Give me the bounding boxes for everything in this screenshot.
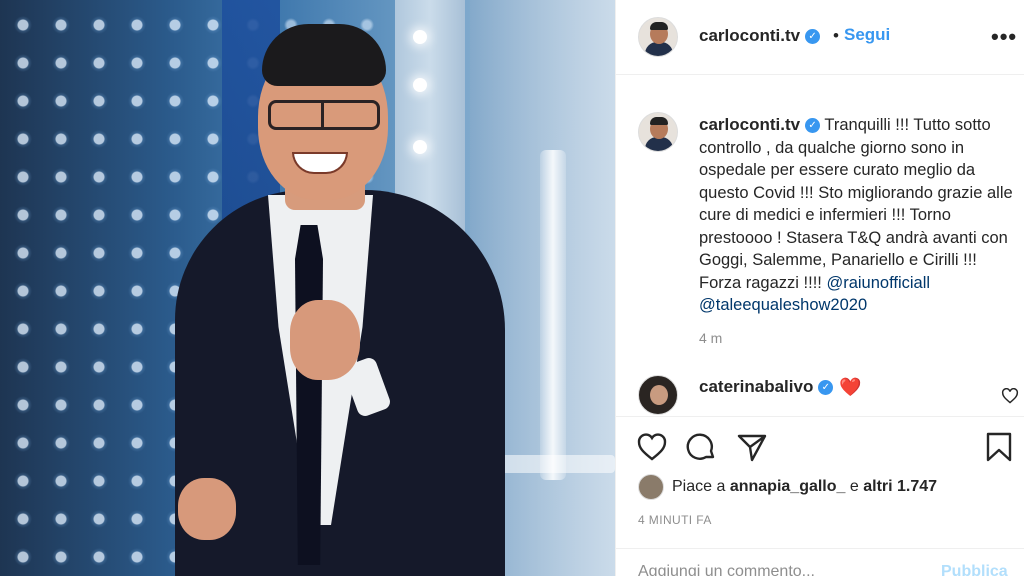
caption-age: 4 m xyxy=(699,330,723,346)
comment-emoji: ❤️ xyxy=(839,377,862,398)
avatar-face xyxy=(650,385,668,405)
commenter-avatar[interactable] xyxy=(638,375,678,415)
comment-username[interactable]: caterinabalivo xyxy=(699,377,813,396)
verified-badge-icon: ✓ xyxy=(818,380,834,396)
likes-prefix: Piace a xyxy=(672,478,726,495)
likes-joiner: e xyxy=(849,478,859,495)
comment-like-icon[interactable] xyxy=(1001,388,1019,404)
tie xyxy=(295,225,323,565)
caption-avatar[interactable] xyxy=(638,112,678,152)
follow-separator: • xyxy=(833,26,839,45)
presenter-figure xyxy=(0,0,615,576)
comment-row: caterinabalivo ✓ ❤️ xyxy=(699,377,862,398)
more-options-icon[interactable]: ••• xyxy=(991,24,1017,50)
likes-count[interactable]: altri 1.747 xyxy=(863,478,937,495)
publish-button[interactable]: Pubblica xyxy=(941,563,1008,576)
add-comment-bar: Aggiungi un commento... Pubblica xyxy=(616,548,1024,576)
verified-badge-icon: ✓ xyxy=(805,29,821,45)
likes-user[interactable]: annapia_gallo_ xyxy=(730,478,846,495)
caption-username[interactable]: carloconti.tv xyxy=(699,115,800,134)
caption-text: Tranquilli !!! Tutto sotto controllo , d… xyxy=(699,116,1013,292)
comment-input[interactable]: Aggiungi un commento... xyxy=(638,563,815,576)
likes-summary[interactable]: Piace a annapia_gallo_ e altri 1.747 xyxy=(672,478,937,496)
glasses xyxy=(268,100,380,130)
raised-hand xyxy=(290,300,360,380)
post-sidebar: carloconti.tv ✓ • Segui ••• carloconti.tv… xyxy=(615,0,1024,576)
post-caption: carloconti.tv ✓ Tranquilli !!! Tutto sott… xyxy=(699,114,1019,317)
share-plane-icon[interactable] xyxy=(736,431,768,463)
avatar-body xyxy=(645,42,673,56)
mention-link[interactable]: @raiunofficiall xyxy=(826,274,930,292)
action-bar xyxy=(616,416,1024,476)
header-username[interactable]: carloconti.tv xyxy=(699,26,800,45)
lower-hand xyxy=(178,478,236,540)
liker-avatar[interactable] xyxy=(638,474,664,500)
verified-badge-icon: ✓ xyxy=(805,118,821,134)
like-heart-icon[interactable] xyxy=(636,431,668,463)
author-avatar[interactable] xyxy=(638,17,678,57)
post-photo[interactable] xyxy=(0,0,615,576)
post-header: carloconti.tv ✓ • Segui ••• xyxy=(616,0,1024,75)
avatar-body xyxy=(645,137,673,151)
avatar-hair xyxy=(650,22,668,30)
bookmark-icon[interactable] xyxy=(984,431,1014,463)
mention-link[interactable]: @taleequaleshow2020 xyxy=(699,296,867,314)
comment-bubble-icon[interactable] xyxy=(686,431,718,463)
post-timestamp: 4 MINUTI FA xyxy=(638,513,712,527)
follow-button[interactable]: Segui xyxy=(844,25,890,45)
header-username-wrap: carloconti.tv ✓ xyxy=(699,26,821,46)
hair xyxy=(262,24,386,86)
avatar-hair xyxy=(650,117,668,125)
